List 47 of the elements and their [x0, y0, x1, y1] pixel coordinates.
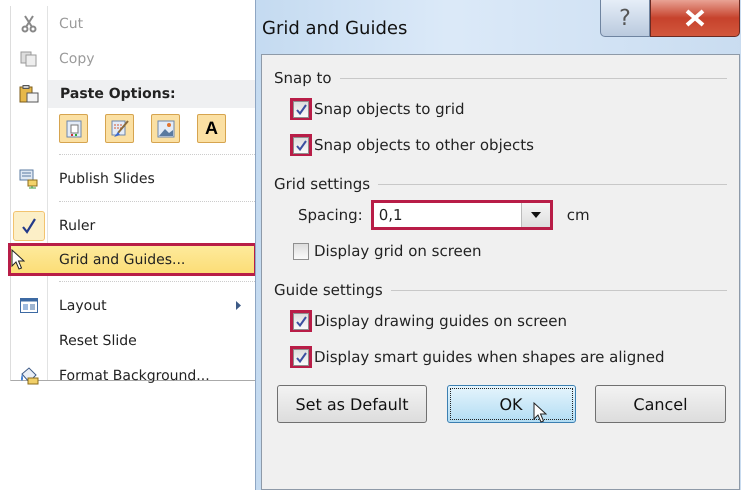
menu-item[interactable]: Publish Slides — [11, 161, 255, 196]
group-heading: Guide settings — [274, 281, 383, 299]
field-label: Spacing: — [298, 206, 363, 224]
checkmark-icon — [296, 104, 306, 114]
checkbox[interactable] — [290, 240, 312, 262]
menu-item[interactable]: Grid and Guides... — [8, 243, 257, 276]
scissors-icon — [21, 14, 37, 32]
paint-bucket-icon — [19, 366, 39, 385]
dialog-button[interactable]: Set as Default — [277, 385, 427, 423]
monitor-icon — [19, 168, 39, 188]
checkbox[interactable] — [290, 310, 312, 332]
checkbox-label: Display drawing guides on screen — [314, 312, 568, 330]
layout-icon — [20, 298, 38, 313]
paste-brush-icon[interactable] — [105, 114, 134, 143]
dialog-button[interactable]: OK — [446, 385, 576, 423]
spacing-dropdown[interactable]: 0,1 — [370, 200, 553, 230]
paste-text-only-icon[interactable]: A — [197, 114, 226, 143]
close-icon — [684, 9, 706, 27]
menu-item[interactable]: Reset Slide — [11, 323, 255, 358]
menu-section-header: Paste Options: — [48, 80, 255, 108]
close-button[interactable] — [650, 0, 740, 37]
paste-keep-formatting-icon[interactable] — [59, 114, 88, 143]
paste-picture-icon[interactable] — [151, 114, 180, 143]
menu-item[interactable]: Ruler — [11, 208, 255, 243]
mouse-cursor-icon — [533, 402, 548, 424]
mouse-cursor-icon — [11, 248, 25, 270]
checkbox[interactable] — [290, 98, 312, 120]
checkbox[interactable] — [290, 134, 312, 156]
dialog-title: Grid and Guides — [262, 18, 408, 39]
menu-item[interactable]: Layout — [11, 288, 255, 323]
checkbox[interactable] — [290, 346, 312, 368]
checkbox-label: Snap objects to grid — [314, 100, 465, 118]
dialog-button[interactable]: Cancel — [595, 385, 726, 423]
clipboard-icon — [19, 85, 39, 103]
help-button[interactable]: ? — [600, 0, 650, 37]
unit-label: cm — [566, 206, 590, 224]
checkmark-icon — [296, 352, 306, 362]
group-heading: Grid settings — [274, 175, 370, 193]
copy-icon — [20, 50, 38, 66]
checkbox-label: Snap objects to other objects — [314, 136, 534, 154]
checkbox-label: Display smart guides when shapes are aligned — [314, 348, 664, 366]
dropdown-arrow-icon — [530, 212, 541, 218]
group-heading: Snap to — [274, 69, 332, 87]
checkmark-icon — [296, 140, 306, 150]
menu-item[interactable]: Format Background... — [11, 358, 255, 393]
checkbox-label: Display grid on screen — [314, 242, 482, 260]
checkmark-icon — [296, 316, 306, 326]
